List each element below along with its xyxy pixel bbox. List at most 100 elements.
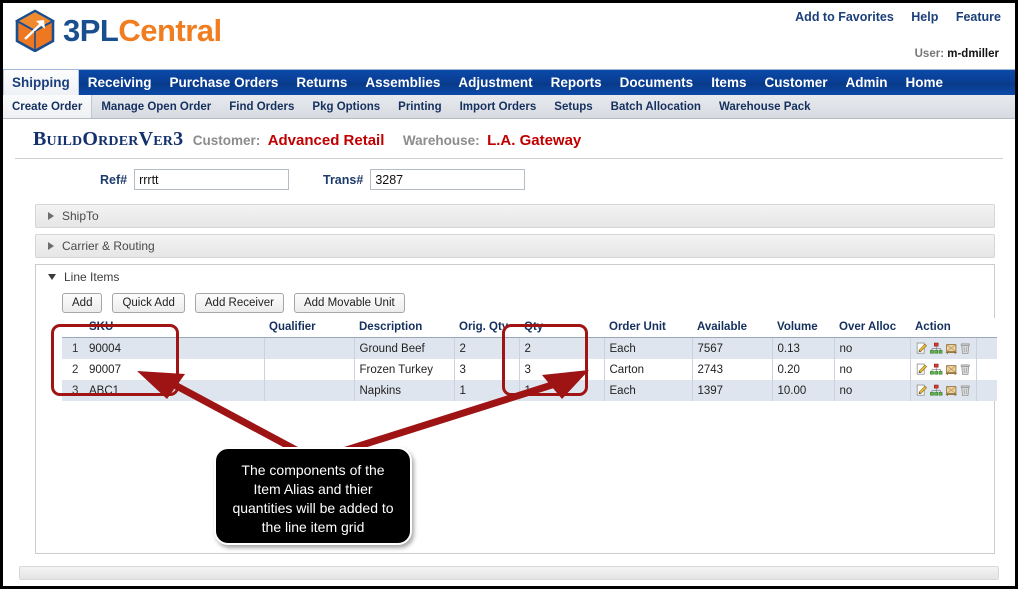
cell-rownum: 2	[62, 359, 84, 380]
order-fields: Ref# Trans#	[15, 159, 1003, 204]
row-action-icons	[916, 362, 972, 377]
edit-pencil-icon[interactable]	[916, 383, 929, 398]
nav-tab-customer[interactable]: Customer	[755, 70, 836, 95]
nav-tab-admin[interactable]: Admin	[836, 70, 896, 95]
cell-action[interactable]	[910, 380, 977, 401]
cell-qualifier	[264, 380, 355, 401]
section-carrier-routing-label: Carrier & Routing	[62, 239, 155, 253]
col-spacer	[976, 318, 997, 338]
row-action-icons	[916, 341, 972, 356]
subnav-import-orders[interactable]: Import Orders	[451, 95, 546, 118]
delete-trash-icon[interactable]	[959, 362, 972, 377]
subnav-manage-open-order[interactable]: Manage Open Order	[92, 95, 220, 118]
chevron-right-icon	[48, 212, 54, 220]
cell-over-alloc: no	[834, 359, 911, 380]
hierarchy-tree-icon[interactable]	[930, 383, 943, 398]
col-sku[interactable]: SKU	[84, 318, 264, 338]
add-to-favorites-link[interactable]: Add to Favorites	[795, 10, 894, 24]
ref-input[interactable]	[134, 169, 290, 190]
hierarchy-tree-icon[interactable]	[930, 341, 943, 356]
col-volume[interactable]: Volume	[772, 318, 834, 338]
nav-tab-shipping[interactable]: Shipping	[3, 70, 79, 95]
user-label: User:	[914, 48, 945, 60]
nav-tab-adjustment[interactable]: Adjustment	[449, 70, 541, 95]
trans-input[interactable]	[370, 169, 526, 190]
line-items-grid: SKU Qualifier Description Orig. Qty Qty …	[62, 318, 997, 401]
nav-tab-assemblies[interactable]: Assemblies	[356, 70, 449, 95]
line-items-toolbar: Add Quick Add Add Receiver Add Movable U…	[36, 289, 994, 318]
cell-spacer	[976, 380, 997, 401]
cell-qty: 1	[519, 380, 605, 401]
customer-value: Advanced Retail	[267, 132, 385, 149]
cell-order-unit: Each	[604, 380, 693, 401]
cell-available: 2743	[692, 359, 773, 380]
ref-label: Ref#	[100, 172, 128, 187]
hierarchy-tree-icon[interactable]	[930, 362, 943, 377]
edit-pencil-icon[interactable]	[916, 362, 929, 377]
chevron-right-icon	[48, 242, 54, 250]
movable-unit-icon[interactable]	[945, 341, 958, 356]
brand-name-central: Central	[118, 12, 222, 48]
table-row[interactable]: 1 90004 Ground Beef 2 2 Each 7567 0.13 no	[62, 337, 997, 359]
col-description[interactable]: Description	[354, 318, 454, 338]
cell-qty: 2	[519, 337, 605, 359]
table-row[interactable]: 3 ABC1 Napkins 1 1 Each 1397 10.00 no	[62, 380, 997, 401]
quick-add-button[interactable]: Quick Add	[112, 293, 185, 313]
section-line-items-header[interactable]: Line Items	[36, 265, 994, 289]
nav-tab-reports[interactable]: Reports	[542, 70, 611, 95]
subnav-warehouse-pack[interactable]: Warehouse Pack	[710, 95, 820, 118]
main-navigation: Shipping Receiving Purchase Orders Retur…	[3, 69, 1015, 95]
cell-orig-qty: 1	[454, 380, 520, 401]
add-button[interactable]: Add	[62, 293, 103, 313]
chevron-down-icon	[48, 274, 56, 280]
delete-trash-icon[interactable]	[959, 383, 972, 398]
cell-orig-qty: 2	[454, 337, 520, 359]
sub-navigation: Create Order Manage Open Order Find Orde…	[3, 95, 1015, 119]
feature-link[interactable]: Feature	[956, 10, 1001, 24]
page-title: BuildOrderVer3 Customer: Advanced Retail…	[15, 119, 1003, 159]
delete-trash-icon[interactable]	[959, 341, 972, 356]
subnav-find-orders[interactable]: Find Orders	[220, 95, 303, 118]
cell-rownum: 3	[62, 380, 84, 401]
page-header: 3PLCentral Add to Favorites Help Feature…	[3, 3, 1015, 69]
col-over-alloc[interactable]: Over Alloc	[834, 318, 910, 338]
col-orig-qty[interactable]: Orig. Qty	[454, 318, 519, 338]
cell-action[interactable]	[910, 359, 977, 380]
header-links: Add to Favorites Help Feature	[781, 10, 1001, 24]
col-qty[interactable]: Qty	[519, 318, 604, 338]
section-shipto-label: ShipTo	[62, 209, 99, 223]
subnav-setups[interactable]: Setups	[545, 95, 601, 118]
section-shipto[interactable]: ShipTo	[35, 204, 995, 228]
subnav-create-order[interactable]: Create Order	[3, 95, 93, 118]
add-receiver-button[interactable]: Add Receiver	[194, 293, 284, 313]
movable-unit-icon[interactable]	[945, 383, 958, 398]
subnav-batch-allocation[interactable]: Batch Allocation	[602, 95, 710, 118]
grid-body: 1 90004 Ground Beef 2 2 Each 7567 0.13 no 2 90007 F…	[62, 337, 997, 401]
section-carrier-routing[interactable]: Carrier & Routing	[35, 234, 995, 258]
section-line-items-panel: Line Items Add Quick Add Add Receiver Ad…	[35, 264, 997, 554]
nav-tab-items[interactable]: Items	[702, 70, 755, 95]
help-link[interactable]: Help	[911, 10, 938, 24]
nav-tab-home[interactable]: Home	[896, 70, 952, 95]
subnav-printing[interactable]: Printing	[389, 95, 450, 118]
brand-logo[interactable]: 3PLCentral	[13, 8, 222, 53]
section-line-items-label: Line Items	[64, 270, 120, 284]
edit-pencil-icon[interactable]	[916, 341, 929, 356]
col-order-unit[interactable]: Order Unit	[604, 318, 692, 338]
nav-tab-returns[interactable]: Returns	[287, 70, 356, 95]
nav-tab-receiving[interactable]: Receiving	[79, 70, 161, 95]
subnav-pkg-options[interactable]: Pkg Options	[303, 95, 389, 118]
user-name: m-dmiller	[947, 48, 999, 60]
table-row[interactable]: 2 90007 Frozen Turkey 3 3 Carton 2743 0.20 no	[62, 359, 997, 380]
col-available[interactable]: Available	[692, 318, 772, 338]
nav-tab-documents[interactable]: Documents	[611, 70, 703, 95]
cell-volume: 0.13	[772, 337, 835, 359]
nav-tab-purchase-orders[interactable]: Purchase Orders	[161, 70, 288, 95]
movable-unit-icon[interactable]	[945, 362, 958, 377]
col-qualifier[interactable]: Qualifier	[264, 318, 354, 338]
cell-action[interactable]	[910, 337, 977, 359]
cell-spacer	[976, 359, 997, 380]
add-movable-unit-button[interactable]: Add Movable Unit	[293, 293, 405, 313]
grid-header-row: SKU Qualifier Description Orig. Qty Qty …	[62, 318, 997, 338]
cube-box-icon	[13, 8, 57, 53]
